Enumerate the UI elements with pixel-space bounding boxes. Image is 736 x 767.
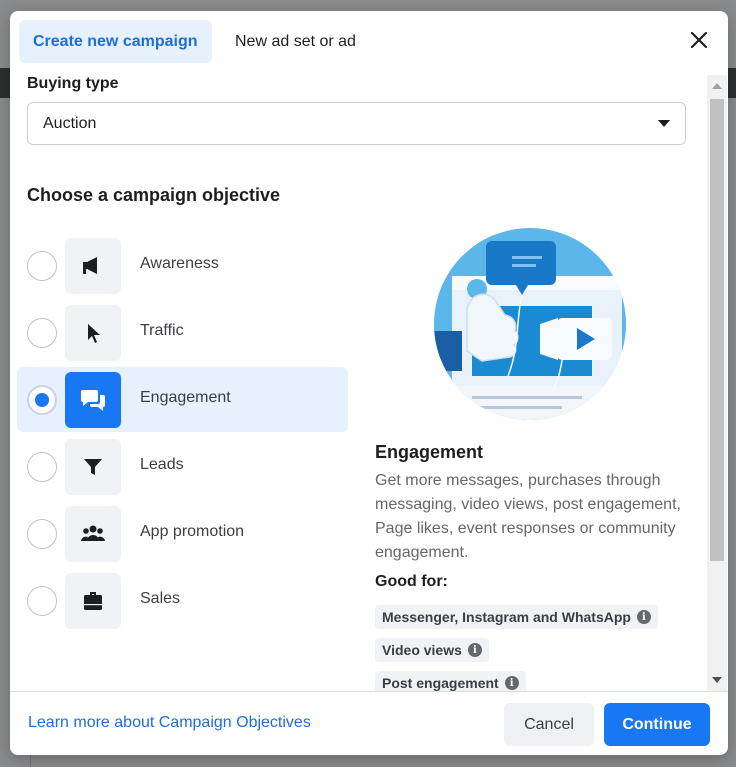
objective-detail-title: Engagement: [375, 442, 484, 462]
good-for-chip: Messenger, Instagram and WhatsApp i: [375, 605, 658, 629]
objective-traffic[interactable]: Traffic: [17, 300, 348, 365]
objective-sales[interactable]: Sales: [17, 568, 348, 633]
radio-button[interactable]: [27, 251, 57, 281]
cursor-icon: [65, 305, 121, 361]
objective-label: Awareness: [140, 255, 219, 272]
create-campaign-dialog: Create new campaign New ad set or ad Buy…: [10, 11, 728, 755]
funnel-icon: [65, 439, 121, 495]
dialog-footer: Learn more about Campaign Objectives Can…: [10, 691, 728, 755]
objective-app-promotion[interactable]: App promotion: [17, 501, 348, 566]
megaphone-icon: [65, 238, 121, 294]
objective-list: Awareness Traffic Engagement Leads App p…: [17, 233, 348, 635]
scrollbar-thumb[interactable]: [710, 99, 724, 561]
close-icon[interactable]: [688, 29, 710, 51]
objective-label: Engagement: [140, 389, 231, 406]
radio-button[interactable]: [27, 385, 57, 415]
info-icon[interactable]: i: [504, 676, 519, 690]
scroll-up-arrow-icon[interactable]: [707, 75, 727, 97]
background-app-edge: [0, 68, 10, 98]
objective-label: App promotion: [140, 523, 245, 540]
scroll-down-arrow-icon[interactable]: [707, 669, 727, 691]
radio-button[interactable]: [27, 318, 57, 348]
good-for-label: Good for:: [375, 573, 448, 590]
chevron-down-icon: [658, 120, 670, 127]
dialog-body: Buying type Auction Choose a campaign ob…: [10, 73, 710, 691]
cancel-button[interactable]: Cancel: [504, 703, 594, 746]
objective-engagement[interactable]: Engagement: [17, 367, 348, 432]
vertical-scrollbar[interactable]: [707, 75, 727, 691]
info-icon[interactable]: i: [467, 643, 482, 657]
objective-detail-description: Get more messages, purchases through mes…: [375, 472, 681, 561]
chip-label: Messenger, Instagram and WhatsApp: [382, 609, 631, 625]
tab-new-ad-set-or-ad[interactable]: New ad set or ad: [221, 20, 370, 63]
radio-button[interactable]: [27, 519, 57, 549]
continue-button[interactable]: Continue: [604, 703, 710, 746]
info-icon[interactable]: i: [636, 610, 651, 624]
objective-leads[interactable]: Leads: [17, 434, 348, 499]
chip-label: Video views: [382, 642, 462, 658]
chat-bubbles-icon: [65, 372, 121, 428]
briefcase-icon: [65, 573, 121, 629]
chip-label: Post engagement: [382, 675, 499, 691]
buying-type-label: Buying type: [27, 75, 119, 92]
people-icon: [65, 506, 121, 562]
buying-type-value: Auction: [43, 114, 97, 132]
buying-type-select[interactable]: Auction: [27, 102, 686, 145]
objective-label: Sales: [140, 590, 181, 607]
dialog-header: Create new campaign New ad set or ad: [10, 11, 728, 73]
good-for-chip: Post engagement i: [375, 671, 526, 691]
objective-section-title: Choose a campaign objective: [27, 185, 281, 205]
radio-button[interactable]: [27, 586, 57, 616]
engagement-illustration: [434, 228, 626, 420]
background-divider: [30, 755, 31, 767]
tab-create-new-campaign[interactable]: Create new campaign: [19, 20, 212, 63]
good-for-chip: Video views i: [375, 638, 489, 662]
objective-awareness[interactable]: Awareness: [17, 233, 348, 298]
radio-button[interactable]: [27, 452, 57, 482]
objective-label: Leads: [140, 456, 184, 473]
learn-more-link[interactable]: Learn more about Campaign Objectives: [28, 714, 311, 732]
objective-label: Traffic: [140, 322, 184, 339]
